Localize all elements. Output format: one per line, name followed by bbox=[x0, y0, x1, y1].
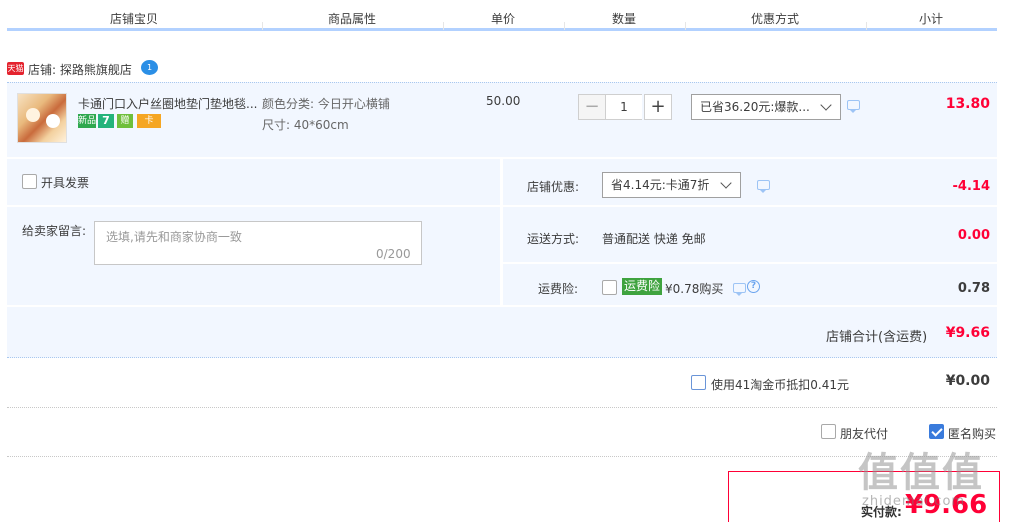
friend-pay-checkbox[interactable] bbox=[821, 424, 836, 439]
taobao-coin-checkbox[interactable] bbox=[691, 375, 706, 390]
header-promotion: 优惠方式 bbox=[751, 12, 800, 26]
shop-discount-select[interactable]: 省4.14元:卡通7折 bbox=[602, 172, 741, 198]
header-unit-price: 单价 bbox=[491, 12, 516, 26]
shop-name-link[interactable]: 店铺: 探路熊旗舰店 bbox=[28, 61, 132, 78]
help-icon[interactable]: ? bbox=[747, 280, 760, 293]
shop-discount-select-label: 省4.14元:卡通7折 bbox=[611, 178, 710, 192]
header-subtotal: 小计 bbox=[919, 12, 944, 26]
memo-placeholder: 选填,请先和商家协商一致 bbox=[106, 230, 242, 244]
insurance-checkbox[interactable] bbox=[602, 280, 617, 295]
invoice-checkbox[interactable] bbox=[22, 174, 37, 189]
taobao-coin-value: ¥0.00 bbox=[945, 373, 990, 389]
header-divider bbox=[685, 22, 686, 30]
item-subtotal: 13.80 bbox=[945, 96, 990, 112]
shipping-method: 普通配送 快递 免邮 bbox=[602, 232, 706, 246]
comment-icon[interactable] bbox=[847, 100, 860, 113]
insurance-tag: 运费险 bbox=[622, 278, 663, 295]
new-product-tag: 新品 bbox=[78, 114, 97, 128]
header-divider bbox=[443, 22, 444, 30]
header-shop-item: 店铺宝贝 bbox=[110, 12, 159, 26]
table-header: 店铺宝贝 商品属性 单价 数量 优惠方式 小计 bbox=[7, 0, 997, 31]
taobao-coin-label: 使用41淘金币抵扣0.41元 bbox=[711, 378, 849, 392]
memo-char-count: 0/200 bbox=[376, 247, 411, 261]
seven-day-return-tag: 7 bbox=[98, 114, 114, 128]
wangwang-icon[interactable]: 1 bbox=[141, 60, 158, 75]
unit-price: 50.00 bbox=[486, 94, 521, 108]
watermark-site: zhidemai.com bbox=[862, 494, 966, 509]
header-divider bbox=[564, 22, 565, 30]
shipping-label: 运送方式: bbox=[527, 232, 580, 246]
product-title-link[interactable]: 卡通门口入户丝圈地垫门垫地毯... bbox=[78, 95, 258, 112]
header-attributes: 商品属性 bbox=[328, 12, 377, 26]
gift-tag: 赠 bbox=[117, 114, 133, 128]
promotion-select[interactable]: 已省36.20元:爆款... bbox=[691, 94, 841, 120]
shipping-fee: 0.00 bbox=[957, 228, 990, 243]
product-thumbnail[interactable] bbox=[17, 93, 67, 143]
chevron-down-icon bbox=[820, 99, 832, 111]
shop-discount-value: -4.14 bbox=[952, 179, 990, 194]
divider bbox=[503, 205, 997, 207]
insurance-value: 0.78 bbox=[957, 281, 990, 296]
quantity-increase-button[interactable]: + bbox=[644, 94, 672, 120]
header-divider bbox=[262, 22, 263, 30]
shop-discount-label: 店铺优惠: bbox=[527, 180, 580, 194]
divider bbox=[7, 205, 500, 207]
insurance-price: ¥0.78购买 bbox=[665, 282, 724, 296]
divider bbox=[503, 262, 997, 264]
header-quantity: 数量 bbox=[612, 12, 637, 26]
invoice-label: 开具发票 bbox=[41, 176, 90, 190]
comment-icon[interactable] bbox=[757, 180, 770, 193]
promotion-select-label: 已省36.20元:爆款... bbox=[700, 100, 810, 114]
quantity-input[interactable]: 1 bbox=[606, 94, 642, 120]
card-payment-tag: 卡 bbox=[137, 114, 161, 128]
chevron-down-icon bbox=[720, 177, 732, 189]
comment-icon[interactable] bbox=[733, 283, 746, 296]
memo-label: 给卖家留言: bbox=[22, 224, 87, 238]
shop-total-label: 店铺合计(含运费) bbox=[826, 330, 928, 345]
tmall-badge: 天猫 bbox=[7, 62, 24, 75]
divider bbox=[7, 407, 997, 408]
header-divider bbox=[866, 22, 867, 30]
attr-size: 尺寸: 40*60cm bbox=[262, 118, 349, 132]
attr-color: 颜色分类: 今日开心横铺 bbox=[262, 97, 390, 111]
divider bbox=[7, 456, 997, 457]
insurance-label: 运费险: bbox=[538, 282, 579, 296]
anonymous-checkbox[interactable] bbox=[929, 424, 944, 439]
quantity-decrease-button[interactable]: − bbox=[578, 94, 606, 120]
shop-total-value: ¥9.66 bbox=[945, 325, 990, 341]
